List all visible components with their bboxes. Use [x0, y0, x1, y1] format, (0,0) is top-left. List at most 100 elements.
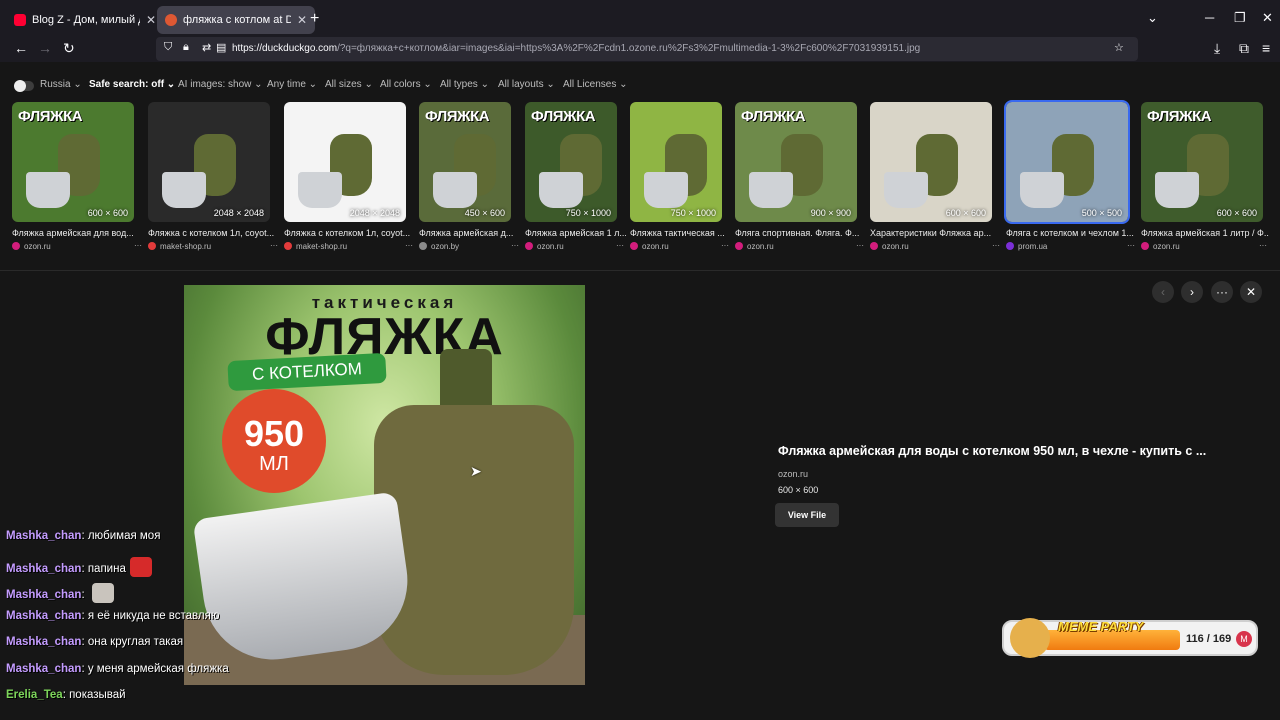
- thumbnail-title[interactable]: Фляга с котелком и чехлом 1...: [1006, 228, 1137, 238]
- thumbnail-image[interactable]: ФЛЯЖКА 600 × 600: [12, 102, 134, 222]
- thumbnail-source[interactable]: ozon.by ···: [419, 241, 521, 251]
- cup-shape: [1020, 172, 1064, 208]
- chat-text: она круглая такая: [87, 636, 184, 648]
- chat-text: любимая моя: [87, 530, 161, 542]
- more-icon[interactable]: ···: [721, 241, 729, 250]
- tab-list-chevron-icon[interactable]: ⌄: [1147, 10, 1158, 26]
- thumbnail-source[interactable]: maket-shop.ru ···: [284, 241, 415, 251]
- source-favicon-icon: [525, 242, 533, 250]
- thumbnail-title[interactable]: Фляжка армейская для вод...: [12, 228, 144, 238]
- thumbnail-dimensions: 750 × 1000: [565, 208, 611, 218]
- ai-images-filter[interactable]: AI images: show ⌄: [178, 79, 263, 90]
- next-icon[interactable]: ›: [1181, 281, 1203, 303]
- restore-icon[interactable]: ❐: [1234, 10, 1246, 26]
- extensions-icon[interactable]: ⧉: [1239, 40, 1249, 57]
- back-icon[interactable]: ←: [14, 40, 28, 56]
- thumbnail-title[interactable]: Фляга спортивная. Фляга. Ф...: [735, 228, 866, 238]
- more-icon[interactable]: ···: [134, 241, 142, 250]
- plus-icon[interactable]: +: [310, 10, 319, 28]
- region-filter[interactable]: Russia ⌄: [40, 79, 82, 90]
- thumbnail-image[interactable]: 2048 × 2048: [148, 102, 270, 222]
- thumbnail-title[interactable]: Характеристики Фляжка ар...: [870, 228, 1002, 238]
- source-name: ozon.ru: [747, 242, 774, 251]
- thumbnail-image[interactable]: ФЛЯЖКА 600 × 600: [1141, 102, 1263, 222]
- thumbnail-source[interactable]: ozon.ru ···: [1141, 241, 1269, 251]
- thumbnail-title[interactable]: Фляжка с котелком 1л, coyot...: [148, 228, 280, 238]
- permissions-icon[interactable]: ⇄: [202, 41, 211, 54]
- thumbnail-image[interactable]: ФЛЯЖКА 750 × 1000: [525, 102, 617, 222]
- safe-search-filter[interactable]: Safe search: off ⌄: [89, 79, 175, 90]
- image-source[interactable]: ozon.ru: [778, 469, 808, 479]
- more-icon[interactable]: ···: [511, 241, 519, 250]
- cup-shape: [26, 172, 70, 208]
- address-bar[interactable]: ⛉ 🔒︎ ⇄ ▤ https://duckduckgo.com/?q=фляжк…: [156, 37, 1138, 61]
- close-window-icon[interactable]: ✕: [1262, 10, 1273, 26]
- thumbnail-row: ФЛЯЖКА 600 × 600 Фляжка армейская для вод.…: [0, 100, 1280, 262]
- thumbnail-title[interactable]: Фляжка тактическая ...: [630, 228, 731, 238]
- more-icon[interactable]: ···: [270, 241, 278, 250]
- source-favicon-icon: [284, 242, 292, 250]
- type-filter[interactable]: All types ⌄: [440, 79, 489, 90]
- region-toggle[interactable]: [14, 80, 34, 92]
- thumbnail-image[interactable]: 750 × 1000: [630, 102, 722, 222]
- more-icon[interactable]: ···: [856, 241, 864, 250]
- source-favicon-icon: [1141, 242, 1149, 250]
- thumbnail-image[interactable]: ФЛЯЖКА 450 × 600: [419, 102, 511, 222]
- thumbnail-source[interactable]: ozon.ru ···: [12, 241, 144, 251]
- color-filter[interactable]: All colors ⌄: [380, 79, 432, 90]
- more-icon[interactable]: ···: [1259, 241, 1267, 250]
- thumbnail-dimensions: 450 × 600: [464, 208, 505, 218]
- shield-icon[interactable]: ⛉: [164, 41, 172, 54]
- thumbnail-dimensions: 900 × 900: [810, 208, 851, 218]
- thumbnail-source[interactable]: ozon.ru ···: [870, 241, 1002, 251]
- lock-icon[interactable]: 🔒︎: [183, 41, 189, 54]
- thumbnail-image[interactable]: 2048 × 2048: [284, 102, 406, 222]
- close-icon[interactable]: ✕: [1240, 281, 1262, 303]
- tab-youtube[interactable]: Blog Z - Дом, милый дом #11 ✕: [6, 6, 164, 34]
- thumbnail-source[interactable]: maket-shop.ru ···: [148, 241, 280, 251]
- thumbnail-title[interactable]: Фляжка армейская д...: [419, 228, 521, 238]
- menu-icon[interactable]: ≡: [1262, 40, 1270, 56]
- thumbnail-title[interactable]: Фляжка с котелком 1л, coyot...: [284, 228, 415, 238]
- image-title[interactable]: Фляжка армейская для воды с котелком 950…: [778, 444, 1206, 458]
- youtube-favicon-icon: [14, 14, 26, 26]
- thumbnail-title[interactable]: Фляжка армейская 1 л...: [525, 228, 626, 238]
- tab-duckduckgo[interactable]: фляжка с котлом at DuckDuckGo ✕: [157, 6, 316, 34]
- thumbnail-source[interactable]: ozon.ru ···: [630, 241, 731, 251]
- thumbnail-image[interactable]: 500 × 500: [1004, 100, 1130, 224]
- thumbnail-source[interactable]: ozon.ru ···: [525, 241, 626, 251]
- close-tab-icon[interactable]: ✕: [297, 13, 307, 27]
- reader-icon[interactable]: ▤: [216, 41, 226, 54]
- preview-image[interactable]: тактическая ФЛЯЖКА С КОТЕЛКОМ 950 МЛ: [184, 285, 585, 685]
- minimize-icon[interactable]: ─: [1205, 10, 1214, 25]
- url-text[interactable]: https://duckduckgo.com/?q=фляжка+с+котло…: [232, 43, 920, 54]
- downloads-icon[interactable]: ⤓: [1214, 40, 1220, 57]
- forward-icon[interactable]: →: [38, 40, 52, 56]
- size-filter[interactable]: All sizes ⌄: [325, 79, 373, 90]
- reload-icon[interactable]: ↻: [63, 40, 75, 57]
- layout-filter[interactable]: All layouts ⌄: [498, 79, 555, 90]
- more-icon[interactable]: ···: [1127, 241, 1135, 250]
- chat-message: Mashka_chan: она круглая такая: [6, 636, 183, 648]
- more-icon[interactable]: ···: [405, 241, 413, 250]
- more-icon[interactable]: ···: [992, 241, 1000, 250]
- view-file-button[interactable]: View File: [775, 503, 839, 527]
- emote-icon: [129, 557, 152, 577]
- thumbnail-source[interactable]: ozon.ru ···: [735, 241, 866, 251]
- chat-message: Mashka_chan: любимая моя: [6, 530, 160, 542]
- previous-icon[interactable]: ‹: [1152, 281, 1174, 303]
- thumbnail-title[interactable]: Фляжка армейская 1 литр / Ф...: [1141, 228, 1269, 238]
- more-icon[interactable]: ···: [616, 241, 624, 250]
- thumbnail-image[interactable]: ФЛЯЖКА 900 × 900: [735, 102, 857, 222]
- source-name: maket-shop.ru: [160, 242, 212, 251]
- more-options-icon[interactable]: ···: [1211, 281, 1233, 303]
- bookmark-star-icon[interactable]: ☆: [1114, 41, 1124, 54]
- close-tab-icon[interactable]: ✕: [146, 13, 156, 27]
- time-filter[interactable]: Any time ⌄: [267, 79, 317, 90]
- thumbnail-image[interactable]: 600 × 600: [870, 102, 992, 222]
- thumbnail-source[interactable]: prom.ua ···: [1006, 241, 1137, 251]
- license-filter[interactable]: All Licenses ⌄: [563, 79, 628, 90]
- source-name: ozon.ru: [537, 242, 564, 251]
- thumbnail-dimensions: 600 × 600: [945, 208, 986, 218]
- cup-shape: [298, 172, 342, 208]
